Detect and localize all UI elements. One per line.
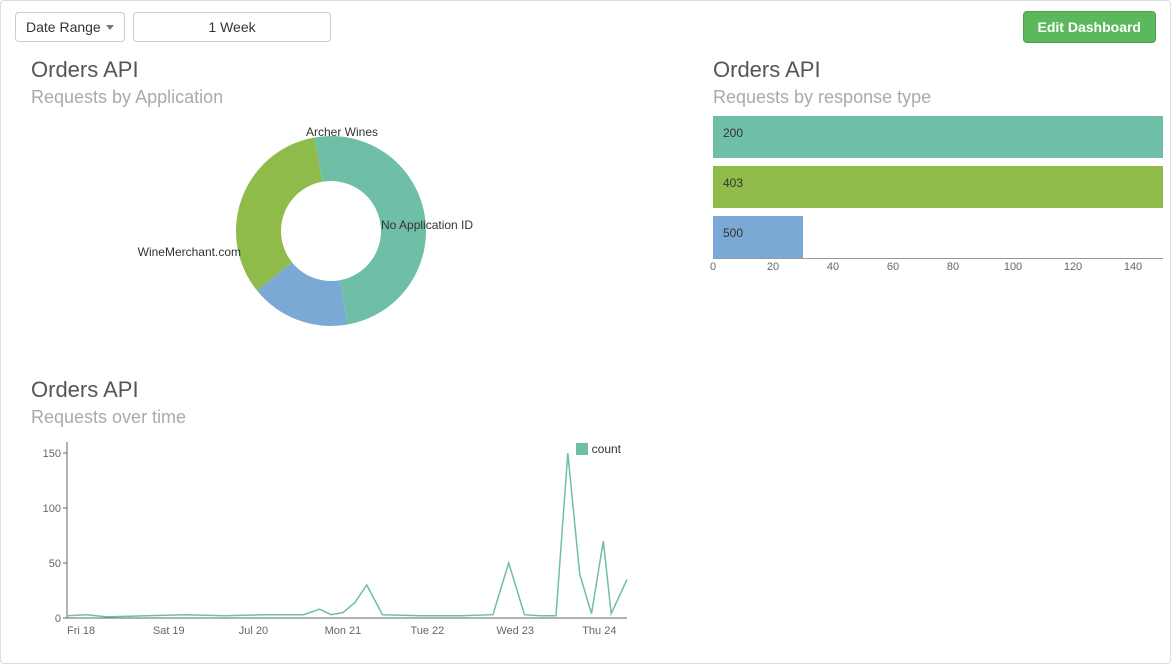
x-tick: Sat 19	[153, 625, 185, 636]
topbar: Date Range 1 Week Edit Dashboard	[15, 11, 1156, 43]
panel-title: Orders API	[713, 57, 1163, 83]
bar: 403	[713, 166, 1163, 208]
panel-requests-over-time: Orders API Requests over time count 0 50 1…	[31, 377, 651, 636]
bar: 500	[713, 216, 803, 258]
panel-subtitle: Requests by response type	[713, 87, 1163, 108]
x-tick: Mon 21	[325, 625, 362, 636]
x-tick: Thu 24	[582, 625, 616, 636]
panel-subtitle: Requests by Application	[31, 87, 651, 108]
edit-dashboard-button[interactable]: Edit Dashboard	[1023, 11, 1156, 43]
donut-label: No Application ID	[381, 218, 473, 232]
axis-tick: 100	[1004, 261, 1022, 273]
axis-tick: 20	[767, 261, 779, 273]
bar-chart: 200 403 500 0 20 40 60 80 100 120 140	[713, 116, 1163, 280]
axis-tick: 140	[1124, 261, 1142, 273]
date-range-value[interactable]: 1 Week	[133, 12, 331, 42]
date-range-label: Date Range	[26, 19, 101, 35]
y-tick: 100	[43, 503, 61, 515]
dashboard-frame: Date Range 1 Week Edit Dashboard Orders …	[0, 0, 1171, 664]
chevron-down-icon	[106, 25, 114, 30]
panel-subtitle: Requests over time	[31, 407, 651, 428]
panel-requests-by-application: Orders API Requests by Application No Ap…	[31, 57, 651, 346]
donut-label: Archer Wines	[306, 125, 378, 139]
bar-label: 403	[723, 176, 743, 190]
x-tick: Tue 22	[410, 625, 444, 636]
y-tick: 0	[55, 613, 61, 625]
axis-line	[67, 442, 627, 618]
line-chart: count 0 50 100 150 Fri 18 Sat 19 Jul 20 Mon 21 T…	[31, 436, 631, 636]
donut-label: WineMerchant.com	[138, 245, 241, 259]
panel-title: Orders API	[31, 377, 651, 403]
x-tick: Wed 23	[496, 625, 534, 636]
panel-requests-by-response-type: Orders API Requests by response type 200…	[713, 57, 1163, 280]
bar-label: 500	[723, 226, 743, 240]
date-range-value-text: 1 Week	[208, 19, 255, 35]
legend-swatch-icon	[576, 443, 588, 455]
donut-chart: No Application ID Archer Wines WineMerchan…	[111, 116, 491, 346]
panel-title: Orders API	[31, 57, 651, 83]
bar: 200	[713, 116, 1163, 158]
y-tick: 50	[49, 558, 61, 570]
axis-tick: 60	[887, 261, 899, 273]
line-series	[67, 453, 627, 617]
date-range-dropdown[interactable]: Date Range	[15, 12, 125, 42]
line-legend: count	[576, 442, 621, 456]
axis-tick: 40	[827, 261, 839, 273]
legend-label: count	[592, 442, 621, 456]
y-tick: 150	[43, 448, 61, 460]
axis-tick: 80	[947, 261, 959, 273]
axis-tick: 120	[1064, 261, 1082, 273]
bar-label: 200	[723, 126, 743, 140]
bar-axis: 0 20 40 60 80 100 120 140	[713, 258, 1163, 280]
x-tick: Fri 18	[67, 625, 95, 636]
x-tick: Jul 20	[239, 625, 268, 636]
axis-tick: 0	[710, 261, 716, 273]
donut-slice	[236, 137, 322, 290]
